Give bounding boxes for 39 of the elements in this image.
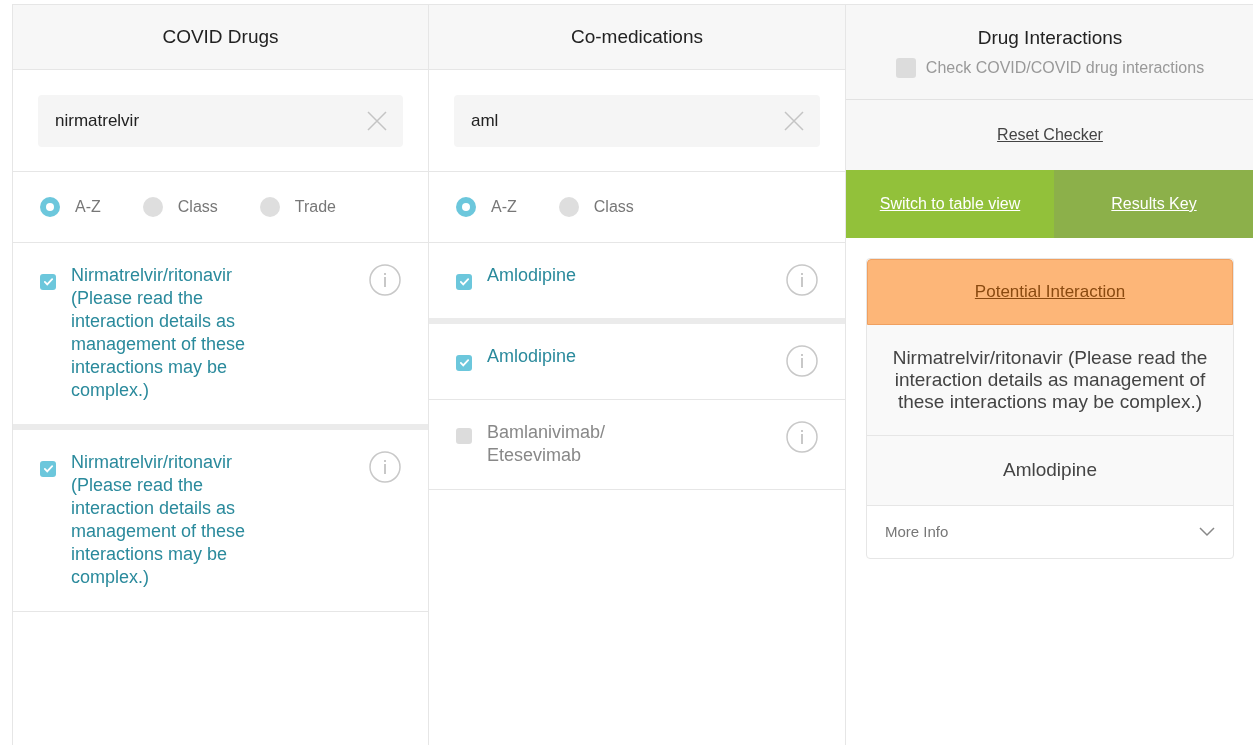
clear-icon[interactable] — [367, 110, 387, 131]
sort-radio[interactable]: Class — [558, 195, 634, 219]
sort-radio[interactable]: A-Z — [40, 195, 101, 219]
checkbox[interactable] — [895, 58, 916, 79]
drug-a-name: Nirmatrelvir/ritonavir (Please read the interaction details as management of these interactions may be complex.) — [867, 325, 1233, 436]
reset-link[interactable]: Reset Checker — [997, 123, 1103, 147]
check-icon — [458, 276, 470, 287]
checkbox[interactable] — [456, 273, 472, 290]
column-header: COVID Drugs — [13, 5, 428, 70]
results-key-button[interactable]: Results Key — [1054, 170, 1253, 238]
check-icon — [42, 463, 54, 474]
info-icon[interactable] — [786, 421, 818, 453]
drug-name[interactable]: Amlodipine — [487, 264, 771, 287]
covid-covid-checkbox[interactable]: Check COVID/COVID drug interactions — [895, 56, 1205, 81]
info-icon[interactable] — [786, 264, 818, 296]
check-icon — [458, 357, 470, 368]
sort-radio[interactable]: Class — [142, 195, 218, 219]
drug-b-name: Amlodipine — [867, 436, 1233, 506]
sort-radio[interactable]: Trade — [259, 195, 336, 219]
checkbox[interactable] — [456, 354, 472, 371]
panel-title: Drug Interactions — [977, 25, 1123, 50]
checkbox[interactable] — [456, 428, 472, 444]
check-icon — [42, 276, 54, 287]
interaction-status[interactable]: Potential Interaction — [867, 259, 1233, 325]
info-icon[interactable] — [369, 451, 401, 483]
column-header: Co-medications — [429, 5, 845, 70]
checkbox[interactable] — [40, 273, 56, 290]
drug-name[interactable]: Nirmatrelvir/ritonavir (Please read the interaction details as management of these interactions may be complex.) — [71, 264, 354, 402]
search-field[interactable]: aml — [454, 94, 820, 147]
checkbox[interactable] — [40, 460, 56, 477]
drug-name[interactable]: Bamlanivimab/ Etesevimab — [487, 421, 771, 467]
drug-name[interactable]: Nirmatrelvir/ritonavir (Please read the interaction details as management of these interactions may be complex.) — [71, 451, 354, 589]
more-info-toggle[interactable]: More Info — [867, 506, 1233, 558]
info-icon[interactable] — [369, 264, 401, 296]
search-field[interactable]: nirmatrelvir — [38, 94, 403, 147]
sort-radio[interactable]: A-Z — [456, 195, 517, 219]
info-icon[interactable] — [786, 345, 818, 377]
drug-name[interactable]: Amlodipine — [487, 345, 771, 368]
clear-icon[interactable] — [784, 110, 804, 131]
